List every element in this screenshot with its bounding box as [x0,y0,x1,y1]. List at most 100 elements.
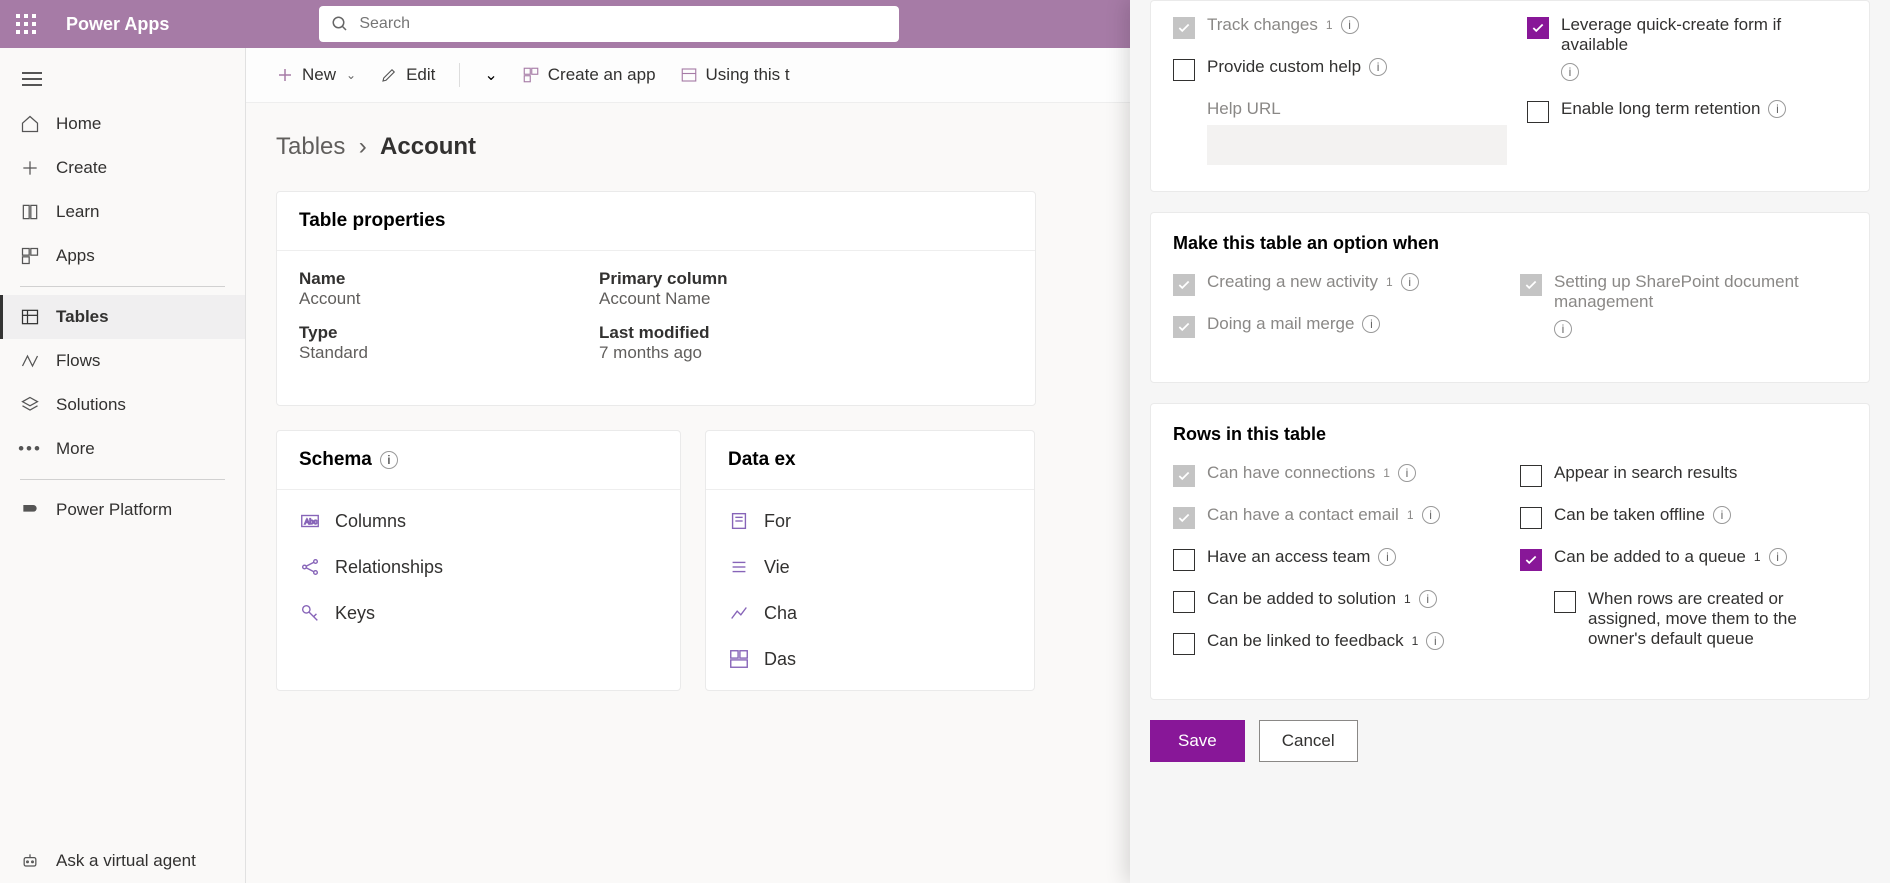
separator [459,63,460,87]
panel-section-top: Track changes1i Provide custom helpi Hel… [1150,0,1870,192]
nav-ask-agent[interactable]: Ask a virtual agent [0,839,216,883]
chk-feedback[interactable]: Can be linked to feedback1i [1173,631,1500,655]
waffle-icon[interactable] [16,14,36,34]
link-forms[interactable]: For [728,510,1012,532]
chk-label: Can have a contact email [1207,505,1399,525]
key-icon [299,602,321,624]
cmd-label: Create an app [548,65,656,85]
search-input[interactable] [359,15,887,33]
card-header: Table properties [277,192,1035,251]
chk-custom-help[interactable]: Provide custom helpi [1173,57,1507,81]
chk-label: Enable long term retention [1561,99,1760,119]
chk-access-team[interactable]: Have an access teami [1173,547,1500,571]
layers-icon [20,395,40,415]
link-views[interactable]: Vie [728,556,1012,578]
cmd-using-table[interactable]: Using this t [680,65,790,85]
chk-queue[interactable]: Can be added to a queue1i [1520,547,1847,571]
info-icon[interactable]: i [1713,506,1731,524]
link-label: Cha [764,603,797,624]
platform-icon [20,500,40,520]
info-icon[interactable]: i [1362,315,1380,333]
chk-label: Doing a mail merge [1207,314,1354,334]
hamburger-icon[interactable] [0,56,245,102]
bot-icon [20,851,40,871]
section-title: Make this table an option when [1173,233,1847,254]
nav-flows[interactable]: Flows [0,339,245,383]
cancel-button[interactable]: Cancel [1259,720,1358,762]
chk-sharepoint: Setting up SharePoint document managemen… [1520,272,1847,338]
info-icon[interactable]: i [1419,590,1437,608]
cmd-new[interactable]: New⌄ [276,65,356,85]
search-box[interactable] [319,6,899,42]
chk-search-results[interactable]: Appear in search results [1520,463,1847,487]
link-columns[interactable]: Abc Columns [299,510,658,532]
nav-label: Home [56,114,101,134]
chk-quick-create[interactable]: Leverage quick-create form if available i [1527,15,1847,81]
table-icon [20,307,40,327]
nav-label: Apps [56,246,95,266]
link-label: Relationships [335,557,443,578]
breadcrumb-root[interactable]: Tables [276,133,345,160]
link-relationships[interactable]: Relationships [299,556,658,578]
chk-label: Leverage quick-create form if available [1561,15,1847,55]
link-charts[interactable]: Cha [728,602,1012,624]
pencil-icon [380,66,398,84]
link-keys[interactable]: Keys [299,602,658,624]
cmd-create-app[interactable]: Create an app [522,65,656,85]
link-dashboards[interactable]: Das [728,648,1012,670]
info-icon[interactable]: i [1554,320,1572,338]
chk-queue-sub[interactable]: When rows are created or assigned, move … [1554,589,1847,649]
nav-learn[interactable]: Learn [0,190,245,234]
nav-label: Solutions [56,395,126,415]
nav-solutions[interactable]: Solutions [0,383,245,427]
search-icon [331,15,349,33]
chevron-down-icon[interactable]: ⌄ [484,65,497,85]
info-icon[interactable]: i [1561,63,1579,81]
info-icon[interactable]: i [1769,548,1787,566]
chk-label: Can be linked to feedback [1207,631,1404,651]
more-icon: ••• [20,439,40,459]
info-icon[interactable]: i [1341,16,1359,34]
info-icon[interactable]: i [1378,548,1396,566]
nav-more[interactable]: ••• More [0,427,245,471]
info-icon[interactable]: i [380,451,398,469]
info-icon[interactable]: i [1768,100,1786,118]
chk-label: When rows are created or assigned, move … [1588,589,1847,649]
cmd-label: Edit [406,65,435,85]
cmd-edit[interactable]: Edit [380,65,435,85]
nav-power-platform[interactable]: Power Platform [0,488,245,532]
chk-label: Can have connections [1207,463,1375,483]
info-icon[interactable]: i [1401,273,1419,291]
table-properties-card: Table properties Name Account Type Stand… [276,191,1036,406]
card-header: Data ex [706,431,1034,490]
flow-icon [20,351,40,371]
chk-long-term-retention[interactable]: Enable long term retention i [1527,99,1847,123]
chk-creating-activity: Creating a new activity1i [1173,272,1500,296]
nav-label: Tables [56,307,109,327]
prop-value-primary: Account Name [599,289,899,309]
section-title: Rows in this table [1173,424,1847,445]
cmd-label: Using this t [706,65,790,85]
info-icon[interactable]: i [1369,58,1387,76]
table-icon [680,66,698,84]
link-label: Das [764,649,796,670]
nav-label: Learn [56,202,99,222]
info-icon[interactable]: i [1422,506,1440,524]
prop-label-name: Name [299,269,599,289]
nav-tables[interactable]: Tables [0,295,245,339]
schema-card: Schema i Abc Columns Relationships Keys [276,430,681,691]
chk-solution[interactable]: Can be added to solution1i [1173,589,1500,613]
info-icon[interactable]: i [1398,464,1416,482]
chk-label: Creating a new activity [1207,272,1378,292]
columns-icon: Abc [299,510,321,532]
nav-home[interactable]: Home [0,102,245,146]
save-button[interactable]: Save [1150,720,1245,762]
chk-offline[interactable]: Can be taken offline i [1520,505,1847,529]
info-icon[interactable]: i [1426,632,1444,650]
link-label: Keys [335,603,375,624]
chk-label: Can be taken offline [1554,505,1705,525]
panel-section-rows: Rows in this table Can have connections1… [1150,403,1870,700]
nav-apps[interactable]: Apps [0,234,245,278]
nav-create[interactable]: Create [0,146,245,190]
help-url-input[interactable] [1207,125,1507,165]
